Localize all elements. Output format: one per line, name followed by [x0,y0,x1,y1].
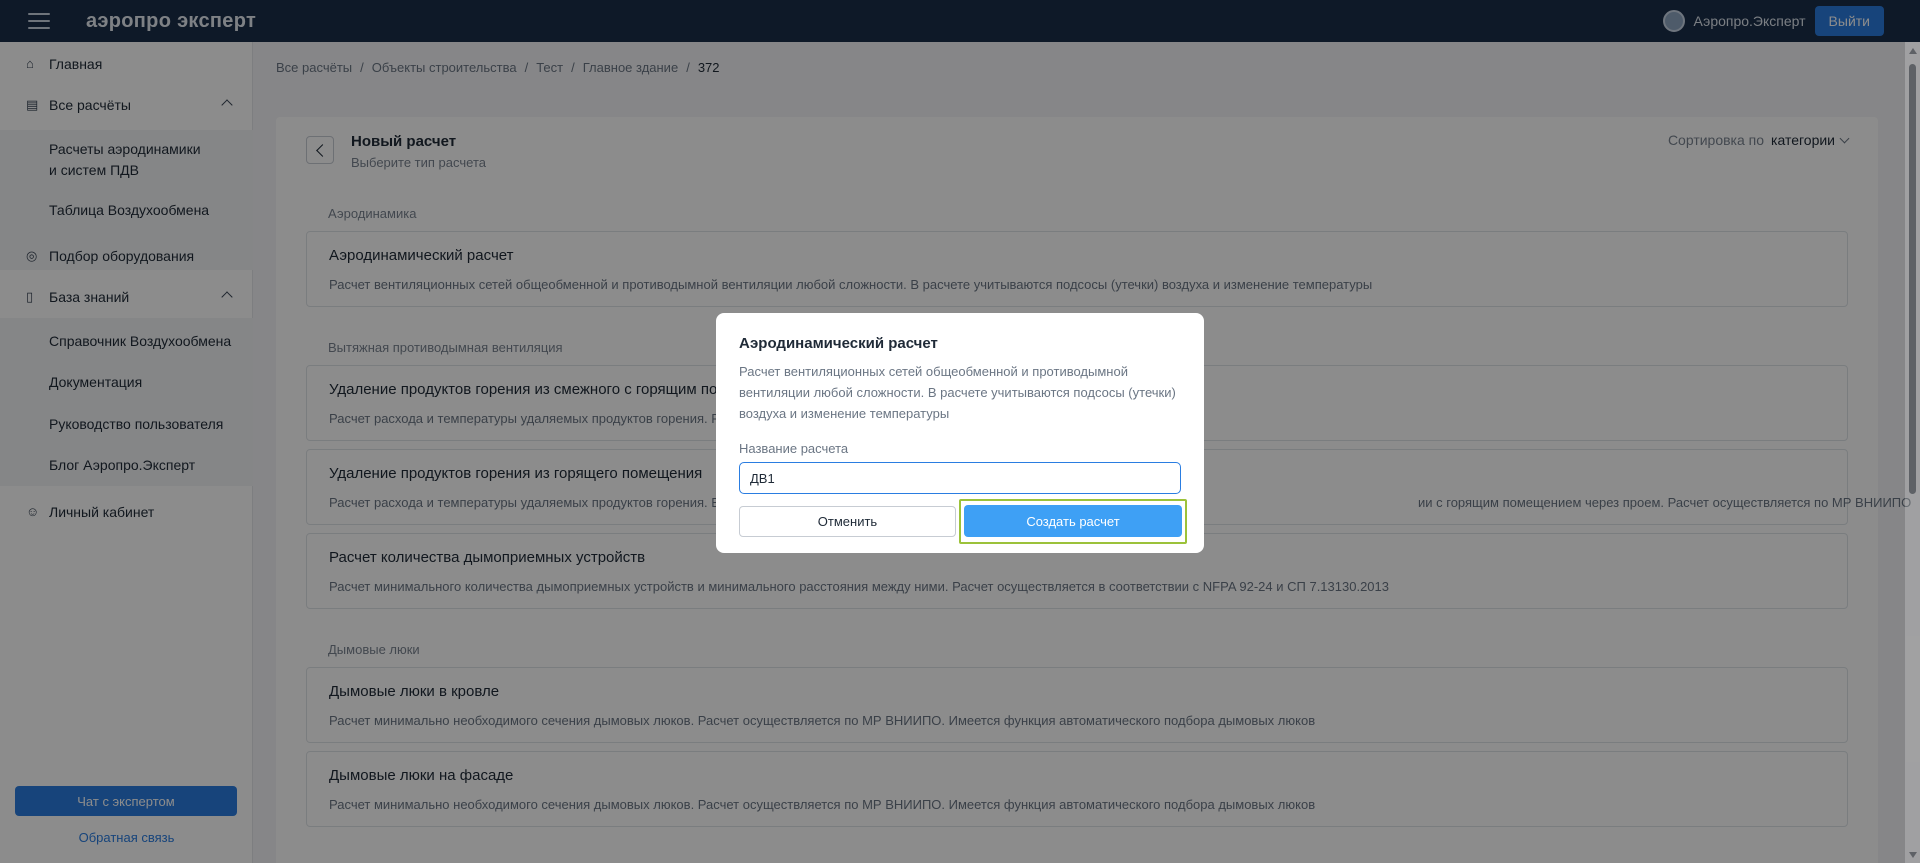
calc-name-label: Название расчета [739,441,849,456]
cancel-button[interactable]: Отменить [739,506,956,537]
modal-title: Аэродинамический расчет [739,335,938,352]
scroll-down-arrow-icon[interactable] [1909,852,1917,858]
scrollbar[interactable] [1905,42,1920,863]
modal-description: Расчет вентиляционных сетей общеобменной… [739,364,1176,421]
new-calc-modal: Аэродинамический расчет Расчет вентиляци… [716,313,1204,553]
create-calc-button[interactable]: Создать расчет [964,505,1182,537]
calc-name-input[interactable] [739,462,1181,494]
scroll-up-arrow-icon[interactable] [1909,48,1917,54]
scrollbar-thumb[interactable] [1909,64,1916,494]
